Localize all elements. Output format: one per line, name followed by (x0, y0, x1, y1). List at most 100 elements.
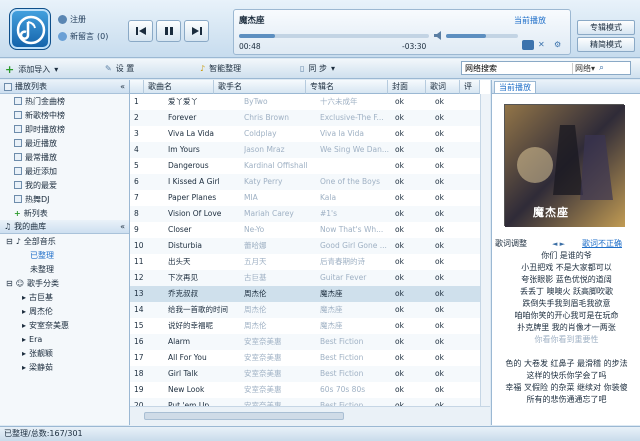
table-row[interactable]: 9 Closer Ne-Yo Now That's Wh... ok ok (130, 222, 480, 238)
table-row[interactable]: 15 说好的幸福呢 周杰伦 魔杰座 ok ok (130, 318, 480, 334)
table-row[interactable]: 13 乔克叔叔 周杰伦 魔杰座 ok ok (130, 286, 480, 302)
volume-slider[interactable] (446, 34, 518, 38)
lyric-wrong-link[interactable]: 歌词不正确 (582, 238, 622, 249)
library-section-header[interactable]: ♫ 我的曲库 « (0, 220, 129, 234)
pause-button[interactable] (156, 20, 181, 42)
lyric-adjust-button[interactable]: 歌词调整 (495, 238, 527, 249)
table-row[interactable]: 5 Dangerous Kardinal Offishall ok ok (130, 158, 480, 174)
table-row[interactable]: 4 Im Yours Jason Mraz We Sing We Dan... ok ok (130, 142, 480, 158)
organize-button[interactable]: ♪ 智能整理 (200, 63, 241, 74)
column-header[interactable]: 封面 (388, 80, 426, 94)
sync-button[interactable]: ▯ 同 步 ▾ (300, 63, 335, 74)
artist-category-item[interactable]: ⊟ ☺ 歌手分类 (0, 276, 129, 290)
table-row[interactable]: 14 给我一首歌的时间 周杰伦 魔杰座 ok ok (130, 302, 480, 318)
artist-name: 安室奈美惠 (244, 353, 282, 362)
table-row[interactable]: 12 下次再见 古巨基 Guitar Fever ok ok (130, 270, 480, 286)
lyric-adjust-arrows[interactable]: ◄ ► (552, 240, 565, 248)
cover-status: ok (395, 161, 404, 170)
playlist-item[interactable]: 即时播放榜 (0, 122, 129, 136)
artist-item[interactable]: ▸ Era (0, 332, 129, 346)
column-header[interactable]: 评 (460, 80, 480, 94)
playlist-item[interactable]: 最近播放 (0, 136, 129, 150)
song-name: Vision Of Love (168, 209, 222, 218)
artist-item[interactable]: ▸ 周杰伦 (0, 304, 129, 318)
next-button[interactable] (184, 20, 209, 42)
artist-item[interactable]: ▸ 安室奈美惠 (0, 318, 129, 332)
playlist-item[interactable]: 最近添加 (0, 164, 129, 178)
artist-name: ByTwo (244, 97, 268, 106)
scroll-thumb[interactable] (144, 412, 344, 420)
album-name: Good Girl Gone ... (320, 241, 387, 250)
playlist-item[interactable]: 我的最爱 (0, 178, 129, 192)
column-header[interactable]: 专辑名 (306, 80, 388, 94)
tab-now-playing[interactable]: 当前播放 (494, 80, 536, 93)
table-row[interactable]: 10 Disturbia 蕾哈娜 Good Girl Gone ... ok ok (130, 238, 480, 254)
artist-item[interactable]: ▸ 梁静茹 (0, 360, 129, 374)
settings-icon[interactable]: ⚙ (554, 40, 566, 50)
expert-mode-button[interactable]: 专辑模式 (577, 20, 635, 35)
organized-item[interactable]: 已整理 (0, 248, 129, 262)
table-row[interactable]: 17 All For You 安室奈美惠 Best Fiction ok ok (130, 350, 480, 366)
table-row[interactable]: 7 Paper Planes MIA Kala ok ok (130, 190, 480, 206)
playlist-item[interactable]: 最常播放 (0, 150, 129, 164)
volume-icon[interactable] (434, 31, 443, 42)
repeat-icon[interactable] (522, 40, 534, 50)
playlist-item-label: 最常播放 (25, 152, 57, 162)
table-row[interactable]: 19 New Look 安室奈美惠 60s 70s 80s ok ok (130, 382, 480, 398)
playlist-item[interactable]: 热舞DJ (0, 192, 129, 206)
artist-item-label: Era (29, 334, 43, 344)
horizontal-scrollbar[interactable] (130, 406, 490, 426)
artist-item[interactable]: ▸ 张靓颖 (0, 346, 129, 360)
table-row[interactable]: 11 出头天 五月天 后青春期的诗 ok ok (130, 254, 480, 270)
table-row[interactable]: 2 Forever Chris Brown Exclusive-The F... ok o… (130, 110, 480, 126)
artist-name: 周杰伦 (244, 321, 267, 330)
vertical-scrollbar[interactable] (480, 94, 490, 406)
expand-icon[interactable]: ▸ (22, 335, 26, 344)
plus-icon: + (14, 208, 21, 218)
settings-button[interactable]: ✎ 设 置 (105, 63, 134, 74)
plus-icon: + (5, 63, 15, 76)
prev-button[interactable] (128, 20, 153, 42)
expand-icon[interactable]: ▸ (22, 321, 26, 330)
lyric-line: 幸福 叉假险 的杂菜 继续对 你装傻 (505, 383, 628, 392)
collapse-icon[interactable]: « (120, 82, 125, 91)
table-row[interactable]: 8 Vision Of Love Mariah Carey #1's ok ok (130, 206, 480, 222)
expand-icon[interactable]: ▸ (22, 363, 26, 372)
unorganized-item[interactable]: 未整理 (0, 262, 129, 276)
shuffle-icon[interactable]: ✕ (538, 40, 550, 50)
cover-status: ok (395, 209, 404, 218)
table-row[interactable]: 6 I Kissed A Girl Katy Perry One of the Boy… (130, 174, 480, 190)
compact-mode-button[interactable]: 精简模式 (577, 37, 635, 52)
add-import-button[interactable]: + 添加导入 ▾ (5, 63, 58, 76)
expand-icon[interactable]: ▸ (22, 307, 26, 316)
progress-bar[interactable] (239, 34, 429, 38)
expand-icon[interactable]: ▸ (22, 349, 26, 358)
add-import-label: 添加导入 (18, 65, 51, 74)
all-music-item[interactable]: ⊟ ♪ 全部音乐 (0, 234, 129, 248)
expand-icon[interactable]: ▸ (22, 293, 26, 302)
app-logo (9, 8, 51, 50)
search-icon[interactable]: ⌕ (599, 63, 604, 73)
column-header[interactable]: 歌曲名 (144, 80, 214, 94)
table-row[interactable]: 20 Put 'em Up 安室奈美惠 Best Fiction ok ok (130, 398, 480, 406)
table-row[interactable]: 1 爱丫爱丫 ByTwo 十六未成年 ok ok (130, 94, 480, 110)
table-row[interactable]: 18 Girl Talk 安室奈美惠 Best Fiction ok ok (130, 366, 480, 382)
table-row[interactable]: 3 Viva La Vida Coldplay Viva la Vida ok ok (130, 126, 480, 142)
cover-status: ok (395, 177, 404, 186)
new-list-button[interactable]: + 新列表 (0, 206, 129, 220)
artist-item[interactable]: ▸ 古巨基 (0, 290, 129, 304)
playlist-item[interactable]: 热门金曲榜 (0, 94, 129, 108)
playlist-item[interactable]: 新歌榜中榜 (0, 108, 129, 122)
column-header[interactable]: 歌手名 (214, 80, 306, 94)
search-scope-select[interactable]: 网络▾ (572, 62, 595, 74)
table-row[interactable]: 16 Alarm 安室奈美惠 Best Fiction ok ok (130, 334, 480, 350)
collapse-icon[interactable]: « (120, 222, 125, 231)
messages-link[interactable]: 新留言 (0) (58, 31, 108, 42)
register-link[interactable]: 注册 (58, 14, 86, 25)
now-playing-status[interactable]: 当前播放 (514, 15, 546, 26)
column-header[interactable] (130, 80, 144, 94)
playlist-section-header[interactable]: 播放列表 « (0, 80, 129, 94)
row-number: 1 (134, 97, 139, 106)
search-input[interactable] (462, 63, 572, 73)
column-header[interactable]: 歌词 (426, 80, 460, 94)
